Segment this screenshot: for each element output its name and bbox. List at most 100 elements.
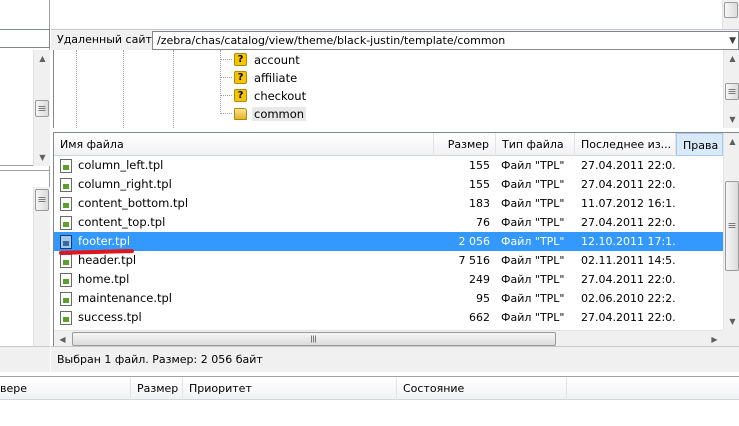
file-size: 76 [476, 216, 490, 229]
selection-status-text: Выбран 1 файл. Размер: 2 056 байт [57, 353, 263, 366]
remote-tree-scrollbar[interactable]: ▲ ▼ [723, 50, 739, 128]
file-type: Файл "TPL" [501, 235, 565, 248]
file-row[interactable]: content_top.tpl 76 Файл "TPL" 27.04.2011 22… [54, 213, 723, 232]
queue-column-priority[interactable]: Приоритет [183, 378, 397, 400]
file-list-scrollbar[interactable]: ▲ ▼ [723, 133, 739, 330]
remote-path-input[interactable]: /zebra/chas/catalog/view/theme/black-jus… [152, 31, 739, 50]
tpl-file-icon [60, 159, 72, 173]
scroll-down-icon[interactable]: ▼ [724, 111, 739, 128]
scroll-down-icon[interactable]: ▼ [724, 313, 739, 330]
scroll-up-icon[interactable]: ▲ [724, 50, 739, 67]
file-name: column_left.tpl [78, 158, 164, 172]
remote-status-bar: Выбран 1 файл. Размер: 2 056 байт [51, 346, 739, 372]
local-list-scrollbar[interactable] [33, 187, 50, 346]
remote-site-bar: Удаленный сайт: /zebra/chas/catalog/view… [51, 29, 739, 50]
file-type: Файл "TPL" [501, 273, 565, 286]
local-path-dropdown[interactable] [0, 29, 50, 48]
scroll-right-icon[interactable]: ▶ [706, 331, 723, 346]
file-name: content_top.tpl [78, 215, 166, 229]
tree-item-affiliate[interactable]: ? affiliate [220, 69, 299, 86]
file-modified: 27.04.2011 22:0... [581, 311, 676, 324]
file-type: Файл "TPL" [501, 311, 565, 324]
file-type: Файл "TPL" [501, 254, 565, 267]
file-modified: 27.04.2011 22:0... [581, 178, 676, 191]
column-header-type[interactable]: Тип файла [496, 133, 575, 156]
local-pane: ▲ ▼ [0, 0, 50, 372]
file-type: Файл "TPL" [501, 216, 565, 229]
tree-item-label: common [252, 106, 307, 121]
scroll-up-icon[interactable]: ▲ [34, 50, 51, 67]
file-type: Файл "TPL" [501, 159, 565, 172]
file-size: 183 [469, 197, 490, 210]
file-name: home.tpl [78, 272, 130, 286]
scroll-left-icon[interactable]: ◀ [54, 331, 71, 346]
file-name: success.tpl [78, 310, 142, 324]
scroll-thumb[interactable] [72, 332, 556, 346]
file-name: column_right.tpl [78, 177, 172, 191]
remote-site-label: Удаленный сайт: [57, 33, 156, 46]
queue-column-server[interactable]: вере [0, 378, 131, 400]
file-row[interactable]: maintenance.tpl 95 Файл "TPL" 02.06.2010 22… [54, 289, 723, 308]
file-size: 95 [476, 292, 490, 305]
top-scrollbar[interactable] [722, 0, 739, 29]
tree-item-checkout[interactable]: ? checkout [220, 87, 308, 104]
tpl-file-icon [60, 254, 72, 268]
remote-directory-tree[interactable]: ? account ? affiliate ? checkout common … [53, 50, 739, 128]
scroll-down-icon[interactable]: ▼ [34, 149, 51, 166]
file-modified: 27.04.2011 22:0... [581, 273, 676, 286]
file-rows: column_left.tpl 155 Файл "TPL" 27.04.2011 2… [54, 156, 723, 327]
tree-item-account[interactable]: ? account [220, 51, 302, 68]
file-row[interactable]: content_bottom.tpl 183 Файл "TPL" 11.07.201… [54, 194, 723, 213]
scroll-thumb[interactable] [35, 100, 49, 117]
file-row[interactable]: footer.tpl 2 056 Файл "TPL" 12.10.2011 17:1… [54, 232, 723, 251]
file-size: 155 [469, 178, 490, 191]
local-status-bar [0, 346, 50, 372]
question-folder-icon: ? [234, 89, 247, 102]
file-row[interactable]: home.tpl 249 Файл "TPL" 27.04.2011 22:0... [54, 270, 723, 289]
file-type: Файл "TPL" [501, 178, 565, 191]
file-name: header.tpl [78, 253, 137, 267]
column-header-size[interactable]: Размер [434, 133, 496, 156]
scroll-thumb[interactable] [724, 2, 738, 18]
file-size: 662 [469, 311, 490, 324]
chevron-down-icon[interactable]: ▼ [729, 33, 736, 50]
file-name: maintenance.tpl [78, 291, 172, 305]
file-row[interactable]: column_right.tpl 155 Файл "TPL" 27.04.2011 … [54, 175, 723, 194]
tpl-file-icon [60, 178, 72, 192]
folder-icon [234, 107, 247, 120]
column-header-name[interactable]: Имя файла [54, 133, 434, 156]
column-header-modified[interactable]: Последнее из... [575, 133, 676, 156]
tree-item-common[interactable]: common [220, 105, 307, 122]
file-modified: 11.07.2012 16:1... [581, 197, 676, 210]
remote-file-list[interactable]: Имя файла Размер Тип файла Последнее из.… [53, 132, 739, 346]
tpl-file-icon [60, 235, 72, 249]
file-size: 7 516 [458, 254, 491, 267]
file-list-hscrollbar[interactable]: ◀ ▶ [54, 330, 723, 346]
scroll-thumb[interactable] [725, 83, 739, 100]
queue-column-size[interactable]: Размер [131, 378, 183, 400]
question-folder-icon: ? [234, 71, 247, 84]
file-row[interactable]: header.tpl 7 516 Файл "TPL" 02.11.2011 14:5… [54, 251, 723, 270]
file-modified: 12.10.2011 17:1... [581, 235, 676, 248]
tpl-file-icon [60, 292, 72, 306]
scroll-thumb[interactable] [35, 189, 49, 211]
local-tree-scrollbar[interactable]: ▲ ▼ [33, 50, 50, 166]
queue-header: вере Размер Приоритет Состояние [0, 378, 739, 400]
tpl-file-icon [60, 197, 72, 211]
file-size: 2 056 [458, 235, 491, 248]
tree-item-label: affiliate [254, 70, 298, 85]
file-modified: 02.11.2011 14:5... [581, 254, 676, 267]
tpl-file-icon [60, 216, 72, 230]
column-header-permissions[interactable]: Права [676, 133, 723, 156]
file-name: content_bottom.tpl [78, 196, 189, 210]
file-modified: 02.06.2010 22:2... [581, 292, 676, 305]
file-type: Файл "TPL" [501, 292, 565, 305]
scroll-thumb[interactable] [725, 181, 739, 271]
file-row[interactable]: column_left.tpl 155 Файл "TPL" 27.04.2011 2… [54, 156, 723, 175]
tpl-file-icon [60, 311, 72, 325]
transfer-queue[interactable]: вере Размер Приоритет Состояние [0, 376, 739, 426]
scroll-up-icon[interactable]: ▲ [724, 133, 739, 150]
file-type: Файл "TPL" [501, 197, 565, 210]
queue-column-state[interactable]: Состояние [397, 378, 567, 400]
file-row[interactable]: success.tpl 662 Файл "TPL" 27.04.2011 22:0.… [54, 308, 723, 327]
